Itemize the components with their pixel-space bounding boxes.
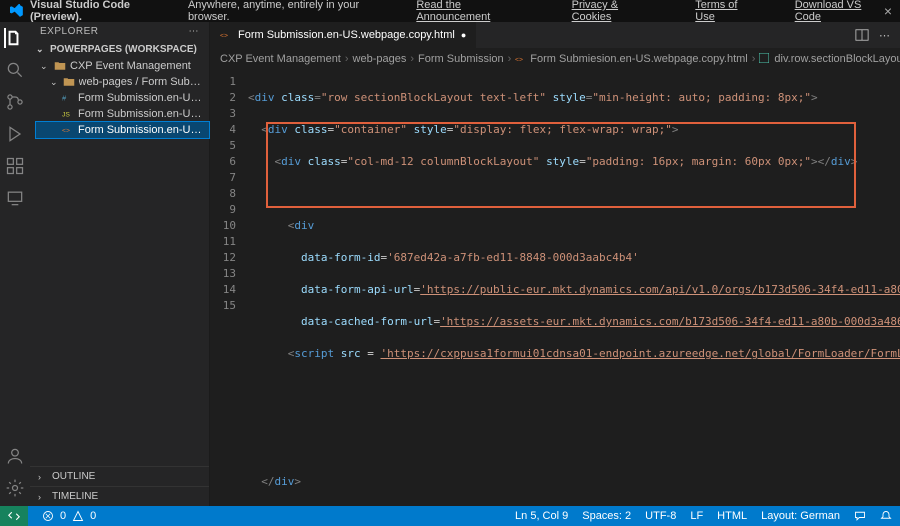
workspace-header[interactable]: ⌄ POWERPAGES (WORKSPACE) (30, 41, 209, 58)
tagline: Anywhere, anytime, entirely in your brow… (188, 0, 402, 23)
chevron-right-icon: › (410, 53, 414, 65)
remote-explorer-icon[interactable] (5, 188, 25, 208)
more-icon[interactable]: ⋯ (189, 26, 200, 37)
cursor-position[interactable]: Ln 5, Col 9 (515, 510, 568, 522)
breadcrumb-item[interactable]: div.row.sectionBlockLayout.text-left (759, 53, 900, 65)
timeline-label: TIMELINE (52, 491, 98, 502)
tab-bar: <> Form Submission.en-US.webpage.copy.ht… (210, 22, 900, 48)
chevron-down-icon: ⌄ (40, 61, 50, 72)
product-name: Visual Studio Code (Preview). (30, 0, 184, 23)
problems-indicator[interactable]: 0 0 (42, 510, 96, 522)
css-file-icon: # (62, 92, 74, 104)
chevron-right-icon: › (508, 53, 512, 65)
breadcrumb-item[interactable]: <> Form Submiesion.en-US.webpage.copy.ht… (515, 53, 747, 65)
status-bar: 0 0 Ln 5, Col 9 Spaces: 2 UTF-8 LF HTML … (0, 506, 900, 526)
tree-file-html[interactable]: <> Form Submission.en-US.webpage.copy... (36, 122, 209, 138)
tree-file-js[interactable]: JS Form Submission.en-US.customjs.js (36, 106, 209, 122)
breadcrumb-item[interactable]: web-pages (353, 53, 407, 65)
tree-label: CXP Event Management (70, 60, 191, 72)
warning-count: 0 (90, 510, 96, 522)
terms-link[interactable]: Terms of Use (695, 0, 759, 23)
breadcrumb-item[interactable]: CXP Event Management (220, 53, 341, 65)
tree-label: Form Submission.en-US.webpage.copy... (78, 124, 205, 136)
chevron-right-icon: › (752, 53, 756, 65)
editor-area: <> Form Submission.en-US.webpage.copy.ht… (210, 22, 900, 506)
chevron-right-icon: › (38, 492, 48, 502)
explorer-title: EXPLORER ⋯ (30, 22, 209, 41)
explorer-title-label: EXPLORER (40, 26, 98, 37)
notifications-icon[interactable] (880, 510, 892, 522)
file-tree: ⌄ CXP Event Management ⌄ web-pages / For… (30, 58, 209, 138)
outline-section[interactable]: › OUTLINE (30, 466, 209, 486)
search-icon[interactable] (5, 60, 25, 80)
top-bar-text: Visual Studio Code (Preview). Anywhere, … (30, 0, 890, 23)
tree-label: Form Submission.en-US.customcss.css (78, 92, 205, 104)
tree-label: Form Submission.en-US.customjs.js (78, 108, 205, 120)
vscode-icon (10, 4, 24, 18)
tab-active[interactable]: <> Form Submission.en-US.webpage.copy.ht… (210, 22, 477, 48)
remote-indicator[interactable] (0, 506, 28, 526)
html-file-icon: <> (220, 29, 232, 41)
svg-text:<>: <> (220, 32, 228, 39)
tree-folder-webpages[interactable]: ⌄ web-pages / Form Submission (36, 74, 209, 90)
error-icon (42, 510, 54, 522)
tree-label: web-pages / Form Submission (79, 76, 205, 88)
html-file-icon: <> (515, 53, 527, 65)
settings-gear-icon[interactable] (5, 478, 25, 498)
feedback-icon[interactable] (854, 510, 866, 522)
chevron-down-icon: ⌄ (50, 77, 59, 88)
extensions-icon[interactable] (5, 156, 25, 176)
read-announcement-link[interactable]: Read the Announcement (416, 0, 536, 23)
folder-icon (63, 76, 75, 88)
chevron-down-icon: ⌄ (36, 44, 46, 55)
close-icon[interactable]: × (884, 3, 892, 19)
symbol-icon (759, 53, 771, 65)
html-file-icon: <> (62, 124, 74, 136)
layout[interactable]: Layout: German (761, 510, 840, 522)
download-link[interactable]: Download VS Code (795, 0, 890, 23)
source-control-icon[interactable] (5, 92, 25, 112)
activity-bar (0, 22, 30, 506)
timeline-section[interactable]: › TIMELINE (30, 486, 209, 506)
svg-text:#: # (62, 93, 67, 102)
code-content[interactable]: <div class="row sectionBlockLayout text-… (242, 70, 900, 506)
tab-actions: ⋯ (855, 22, 900, 48)
privacy-link[interactable]: Privacy & Cookies (572, 0, 661, 23)
split-editor-icon[interactable] (855, 28, 869, 42)
explorer-icon[interactable] (4, 28, 24, 48)
svg-text:JS: JS (62, 111, 70, 118)
error-count: 0 (60, 510, 66, 522)
outline-label: OUTLINE (52, 471, 95, 482)
language-mode[interactable]: HTML (717, 510, 747, 522)
workspace-label: POWERPAGES (WORKSPACE) (50, 44, 197, 55)
line-number-gutter: 123456789101112131415 (210, 70, 242, 506)
tree-folder-root[interactable]: ⌄ CXP Event Management (36, 58, 209, 74)
svg-text:<>: <> (62, 127, 70, 134)
chevron-right-icon: › (345, 53, 349, 65)
breadcrumb-item[interactable]: Form Submission (418, 53, 504, 65)
folder-icon (54, 60, 66, 72)
eol[interactable]: LF (690, 510, 703, 522)
code-editor[interactable]: 123456789101112131415 <div class="row se… (210, 70, 900, 506)
breadcrumbs[interactable]: CXP Event Management › web-pages › Form … (210, 48, 900, 70)
encoding[interactable]: UTF-8 (645, 510, 676, 522)
tree-file-css[interactable]: # Form Submission.en-US.customcss.css (36, 90, 209, 106)
account-icon[interactable] (5, 446, 25, 466)
explorer-sidebar: EXPLORER ⋯ ⌄ POWERPAGES (WORKSPACE) ⌄ CX… (30, 22, 210, 506)
dirty-indicator-icon: ● (461, 30, 466, 40)
top-notification-bar: Visual Studio Code (Preview). Anywhere, … (0, 0, 900, 22)
debug-icon[interactable] (5, 124, 25, 144)
warning-icon (72, 510, 84, 522)
js-file-icon: JS (62, 108, 74, 120)
more-actions-icon[interactable]: ⋯ (879, 29, 890, 42)
tab-label: Form Submission.en-US.webpage.copy.html (238, 29, 455, 41)
chevron-right-icon: › (38, 472, 48, 482)
indent-setting[interactable]: Spaces: 2 (582, 510, 631, 522)
svg-text:<>: <> (515, 56, 523, 63)
